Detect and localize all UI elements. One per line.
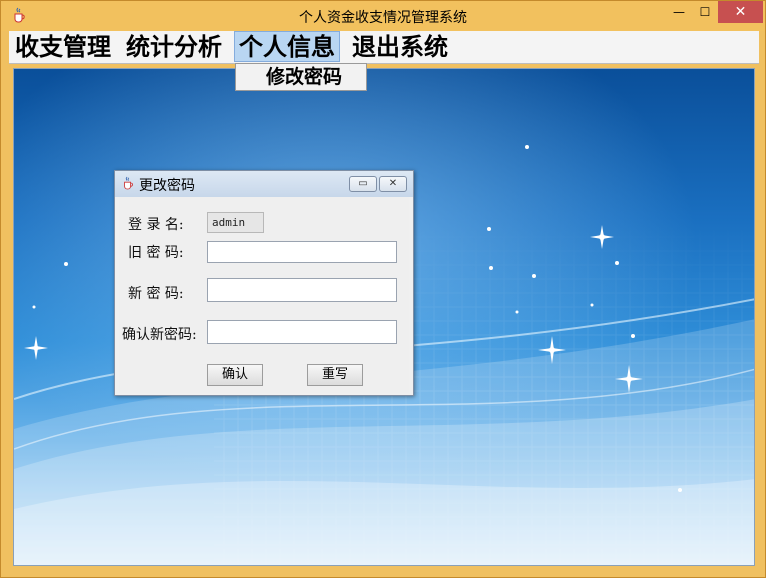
menu-income-expense[interactable]: 收支管理 xyxy=(11,31,115,62)
java-cup-icon xyxy=(121,176,135,190)
close-button[interactable]: ✕ xyxy=(718,1,763,23)
login-name-value: admin xyxy=(207,212,264,233)
menu-personal-info[interactable]: 个人信息 xyxy=(234,31,340,62)
personal-info-submenu: 修改密码 xyxy=(235,63,367,91)
confirm-password-input[interactable] xyxy=(207,320,397,344)
old-password-input[interactable] xyxy=(207,241,397,263)
title-bar[interactable]: 个人资金收支情况管理系统 — ☐ ✕ xyxy=(1,1,765,31)
change-password-dialog: 更改密码 ▭ ✕ 登 录 名: admin 旧 密 码: 新 密 码: 确认新密… xyxy=(114,170,414,396)
reset-button[interactable]: 重写 xyxy=(307,364,363,386)
confirm-password-label: 确认新密码: xyxy=(122,327,197,343)
new-password-input[interactable] xyxy=(207,278,397,302)
menu-bar: 收支管理 统计分析 个人信息 退出系统 xyxy=(9,31,759,64)
menu-exit-system[interactable]: 退出系统 xyxy=(348,31,452,62)
window-title: 个人资金收支情况管理系统 xyxy=(299,10,467,26)
confirm-button[interactable]: 确认 xyxy=(207,364,263,386)
menu-change-password[interactable]: 修改密码 xyxy=(266,64,342,90)
main-window: 个人资金收支情况管理系统 — ☐ ✕ 收支管理 统计分析 个人信息 退出系统 修… xyxy=(0,0,766,578)
new-password-label: 新 密 码: xyxy=(128,286,184,302)
dialog-title: 更改密码 xyxy=(139,178,195,194)
dialog-title-bar[interactable]: 更改密码 ▭ ✕ xyxy=(115,171,413,197)
login-name-label: 登 录 名: xyxy=(128,217,184,233)
old-password-label: 旧 密 码: xyxy=(128,245,184,261)
dialog-body: 登 录 名: admin 旧 密 码: 新 密 码: 确认新密码: 确认 重写 xyxy=(119,197,409,393)
maximize-button[interactable]: ☐ xyxy=(692,1,718,23)
minimize-button[interactable]: — xyxy=(666,1,692,23)
dialog-close-button[interactable]: ✕ xyxy=(379,176,407,192)
dialog-minimize-button[interactable]: ▭ xyxy=(349,176,377,192)
menu-statistics[interactable]: 统计分析 xyxy=(122,31,226,62)
